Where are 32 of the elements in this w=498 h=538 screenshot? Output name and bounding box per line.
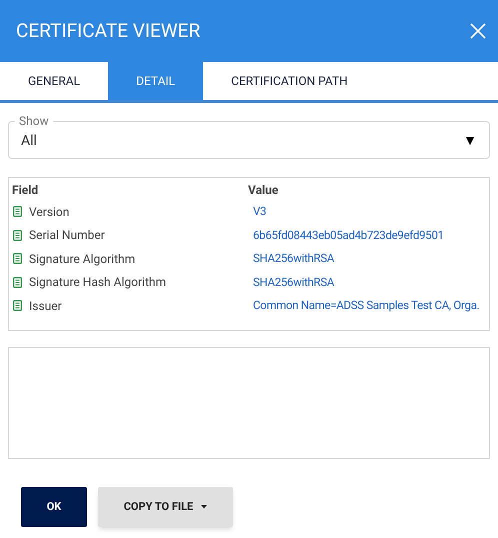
document-icon [13,276,22,288]
ok-button[interactable]: OK [21,487,87,527]
tab[interactable]: DETAIL [108,62,204,100]
dropdown-arrow: ▼ [463,132,477,151]
field-name: Serial Number [29,227,106,244]
field-value: Common Name=ADSS Samples Test CA, Orga. [253,297,480,314]
close-icon[interactable] [470,23,486,39]
table-row[interactable]: Signature Algorithm SHA256withRSA [9,247,489,270]
field-name: Signature Algorithm [29,250,136,268]
field-value: V3 [253,203,266,220]
window-title: CERTIFICATE VIEWER [16,18,200,44]
column-header: Value [248,182,278,199]
field-name: Signature Hash Algorithm [29,274,168,292]
copy-to-file-button[interactable]: COPY TO FILE [98,487,233,527]
document-icon [13,300,22,312]
field-name: Version [29,204,70,221]
caret-icon [201,505,208,509]
field-name: Issuer [29,298,63,315]
column-header: Field [11,182,40,199]
table-row[interactable]: Serial Number 6b65fd08443eb05ad4b723de9efd9501 [9,224,489,247]
document-icon [13,230,22,241]
field-value: 6b65fd08443eb05ad4b723de9efd9501 [253,226,444,244]
show-dropdown[interactable]: Show All ▼ [8,113,490,159]
document-icon [13,206,22,218]
table-row[interactable]: Signature Hash Algorithm SHA256withRSA [9,270,489,294]
show-label: Show [18,113,50,129]
selected-value: All [21,132,37,151]
field-value: SHA256withRSA [253,274,334,291]
field-value: SHA256withRSA [253,250,334,268]
document-icon [13,253,22,264]
table-row[interactable]: Version V3 [9,200,489,224]
table-row[interactable]: Issuer Common Name=ADSS Samples Test CA, Orga. [9,294,489,318]
